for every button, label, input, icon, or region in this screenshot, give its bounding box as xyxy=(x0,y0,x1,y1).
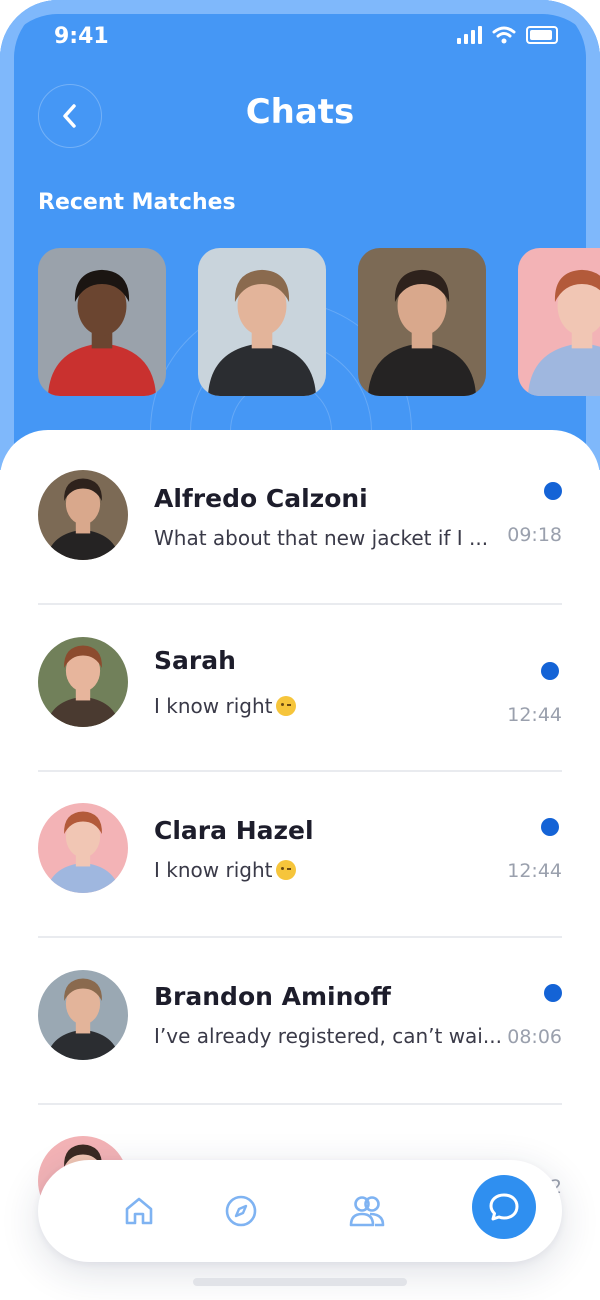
chat-contact-name: Brandon Aminoff xyxy=(154,982,391,1011)
chat-timestamp: 12:44 xyxy=(507,704,562,726)
unread-indicator xyxy=(541,662,559,680)
chat-bubble-icon xyxy=(489,1193,519,1221)
chat-contact-name: Sarah xyxy=(154,646,236,675)
nav-chats-button[interactable] xyxy=(472,1175,536,1239)
chat-message-preview: I know right xyxy=(154,858,297,882)
chat-preview-text: I’ve already registered, can’t wai... xyxy=(154,1024,502,1048)
chat-timestamp: 08:06 xyxy=(507,1026,562,1048)
chat-timestamp: 09:18 xyxy=(507,524,562,546)
avatar xyxy=(38,970,128,1060)
bottom-navigation xyxy=(38,1160,562,1262)
unread-indicator xyxy=(544,984,562,1002)
chat-message-preview: What about that new jacket if I ... xyxy=(154,526,488,550)
divider xyxy=(38,603,562,605)
chat-preview-text: I know right xyxy=(154,858,273,882)
chat-message-preview: I know right xyxy=(154,694,297,718)
nav-people-button[interactable] xyxy=(338,1182,396,1240)
compass-icon xyxy=(225,1195,257,1227)
chat-contact-name: Alfredo Calzoni xyxy=(154,484,368,513)
unread-indicator xyxy=(541,818,559,836)
phone-screen: 9:41 Chats Recent Matches Alfredo Calzon… xyxy=(0,0,600,1300)
divider xyxy=(38,936,562,938)
unread-indicator xyxy=(544,482,562,500)
chat-preview-text: What about that new jacket if I ... xyxy=(154,526,489,550)
divider xyxy=(38,770,562,772)
home-icon xyxy=(125,1197,153,1225)
avatar xyxy=(38,470,128,560)
users-icon xyxy=(349,1196,385,1227)
avatar xyxy=(38,637,128,727)
nav-home-button[interactable] xyxy=(110,1182,168,1240)
wink-emoji-icon xyxy=(276,860,297,880)
chat-contact-name: Clara Hazel xyxy=(154,816,314,845)
divider xyxy=(38,1103,562,1105)
wink-emoji-icon xyxy=(276,696,297,716)
avatar xyxy=(38,803,128,893)
chat-list-item[interactable] xyxy=(38,637,562,757)
chat-timestamp: 12:44 xyxy=(507,860,562,882)
chat-message-preview: I’ve already registered, can’t wai... xyxy=(154,1024,502,1048)
chat-preview-text: I know right xyxy=(154,694,273,718)
home-indicator xyxy=(193,1278,407,1286)
chat-list: Alfredo Calzoni What about that new jacke… xyxy=(0,0,600,1300)
nav-explore-button[interactable] xyxy=(212,1182,270,1240)
